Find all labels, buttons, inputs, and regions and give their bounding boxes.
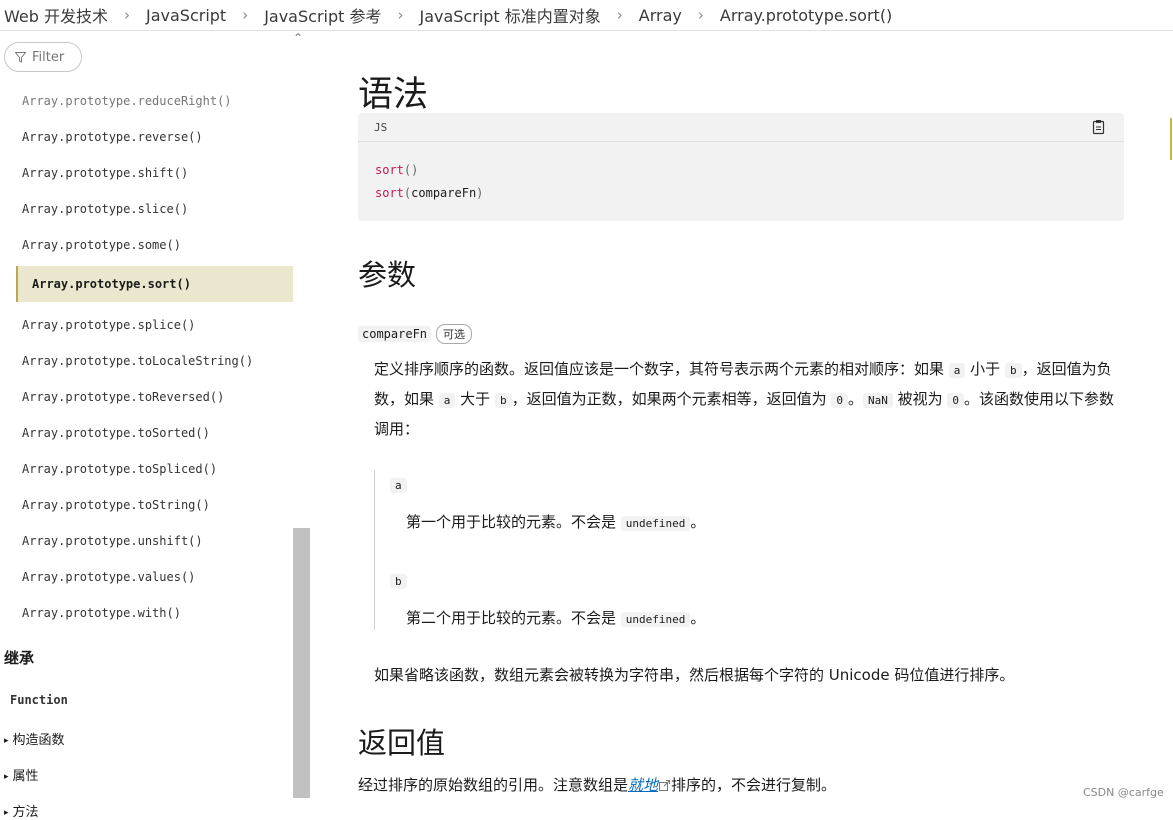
in-place-link[interactable]: 就地 <box>628 776 658 794</box>
inline-code: a <box>948 363 966 378</box>
inheritance-heading: 继承 <box>4 649 35 667</box>
breadcrumb-javascript[interactable]: JavaScript <box>146 6 226 25</box>
text: 。 <box>690 609 706 627</box>
text: 大于 <box>455 390 495 408</box>
breadcrumb-array[interactable]: Array <box>639 6 682 25</box>
param-description: 定义排序顺序的函数。返回值应该是一个数字，其符号表示两个元素的相对顺序：如果 a… <box>374 355 1124 443</box>
inline-code: undefined <box>620 516 691 531</box>
tree-item-properties[interactable]: ▸ 属性 <box>4 765 39 784</box>
sidebar-item-shift[interactable]: Array.prototype.shift() <box>22 166 188 180</box>
sub-param-b-desc: 第二个用于比较的元素。不会是 undefined。 <box>406 607 705 628</box>
text: 第一个用于比较的元素。不会是 <box>406 513 621 531</box>
triangle-right-icon: ▸ <box>4 808 9 818</box>
sidebar-item-tolocalestring[interactable]: Array.prototype.toLocaleString() <box>22 354 253 368</box>
inline-code: undefined <box>620 612 691 627</box>
tree-item-methods[interactable]: ▸ 方法 <box>4 801 39 820</box>
chevron-right-icon: › <box>616 6 623 24</box>
sidebar-item-reduceright[interactable]: Array.prototype.reduceRight() <box>22 94 232 108</box>
code-line: sort() <box>375 159 1107 182</box>
chevron-right-icon: › <box>123 6 130 24</box>
sidebar-item-slice[interactable]: Array.prototype.slice() <box>22 202 188 216</box>
sub-param-a-desc: 第一个用于比较的元素。不会是 undefined。 <box>406 511 705 532</box>
sidebar-item-toreversed[interactable]: Array.prototype.toReversed() <box>22 390 224 404</box>
sidebar-item-values[interactable]: Array.prototype.values() <box>22 570 195 584</box>
inline-code: b <box>1004 363 1022 378</box>
sidebar-item-reverse[interactable]: Array.prototype.reverse() <box>22 130 203 144</box>
params-heading: 参数 <box>358 258 417 292</box>
inline-code: NaN <box>863 393 893 408</box>
chevron-right-icon: › <box>397 6 404 24</box>
sidebar-item-splice[interactable]: Array.prototype.splice() <box>22 318 195 332</box>
filter-label: Filter <box>32 49 65 65</box>
text: ，返回值为正数，如果两个元素相等，返回值为 <box>511 390 832 408</box>
text: 小于 <box>965 360 1005 378</box>
optional-badge: 可选 <box>436 324 473 344</box>
breadcrumb-web-tech[interactable]: Web 开发技术 <box>4 3 108 27</box>
return-heading: 返回值 <box>358 726 446 760</box>
function-link[interactable]: Function <box>10 693 68 707</box>
sub-param-a: a <box>390 478 407 493</box>
code-language: JS <box>374 120 388 134</box>
text: 定义排序顺序的函数。返回值应该是一个数字，其符号表示两个元素的相对顺序：如果 <box>374 360 949 378</box>
tree-item-constructor[interactable]: ▸ 构造函数 <box>4 729 65 748</box>
breadcrumb: Web 开发技术 › JavaScript › JavaScript 参考 › … <box>0 0 1173 31</box>
triangle-right-icon: ▸ <box>4 772 9 782</box>
breadcrumb-builtin-objects[interactable]: JavaScript 标准内置对象 <box>419 3 600 27</box>
sidebar-item-tosorted[interactable]: Array.prototype.toSorted() <box>22 426 210 440</box>
sidebar-scrollbar[interactable] <box>293 528 310 798</box>
code-paren: ) <box>476 186 484 200</box>
omit-note: 如果省略该函数，数组元素会被转换为字符串，然后根据每个字符的 Unicode 码… <box>374 666 1015 684</box>
inline-code: 0 <box>947 393 965 408</box>
inline-code: a <box>438 393 456 408</box>
sidebar-item-with[interactable]: Array.prototype.with() <box>22 606 181 620</box>
text: 。 <box>847 390 863 408</box>
text: 。 <box>690 513 706 531</box>
inline-code: b <box>494 393 512 408</box>
sidebar-item-tospliced[interactable]: Array.prototype.toSpliced() <box>22 462 217 476</box>
chevron-right-icon: › <box>242 6 249 24</box>
tree-item-label: 构造函数 <box>12 733 65 748</box>
sub-param-b: b <box>390 574 407 589</box>
sub-params-border <box>374 470 376 630</box>
filter-icon <box>15 51 26 63</box>
code-fn: sort <box>375 163 404 177</box>
code-arg: compareFn <box>411 186 477 200</box>
text: 被视为 <box>892 390 948 408</box>
page-scroll-indicator <box>1170 118 1172 160</box>
tree-item-label: 方法 <box>12 805 39 820</box>
code-header: JS <box>358 113 1124 142</box>
code-fn: sort <box>375 186 404 200</box>
watermark: CSDN @carfge <box>1083 786 1164 799</box>
triangle-right-icon: ▸ <box>4 736 9 746</box>
code-line: sort(compareFn) <box>375 182 1107 205</box>
text: 经过排序的原始数组的引用。注意数组是 <box>358 776 629 794</box>
return-description: 经过排序的原始数组的引用。注意数组是就地 排序的，不会进行复制。 <box>358 774 836 795</box>
tree-item-label: 属性 <box>12 769 39 784</box>
param-name-code: compareFn <box>358 326 432 342</box>
code-block: JS sort() sort(compareFn) <box>358 113 1124 221</box>
param-term: compareFn 可选 <box>358 324 473 344</box>
inline-code: 0 <box>831 393 848 408</box>
syntax-heading: 语法 <box>358 75 429 115</box>
text: 排序的，不会进行复制。 <box>671 776 837 794</box>
breadcrumb-current[interactable]: Array.prototype.sort() <box>720 6 892 25</box>
filter-button[interactable]: Filter <box>4 42 82 72</box>
sidebar-item-tostring[interactable]: Array.prototype.toString() <box>22 498 210 512</box>
code-body: sort() sort(compareFn) <box>358 142 1124 222</box>
sidebar: ⌃ Filter Array.prototype.reduceRight() A… <box>0 31 312 820</box>
sidebar-item-sort-active[interactable]: Array.prototype.sort() <box>16 266 293 302</box>
copy-icon[interactable] <box>1090 119 1106 138</box>
external-link-icon <box>659 780 671 791</box>
code-paren: () <box>403 163 419 177</box>
chevron-right-icon: › <box>697 6 704 24</box>
sidebar-item-unshift[interactable]: Array.prototype.unshift() <box>22 534 203 548</box>
breadcrumb-js-reference[interactable]: JavaScript 参考 <box>264 3 381 27</box>
sidebar-item-some[interactable]: Array.prototype.some() <box>22 238 181 252</box>
scroll-up-icon[interactable]: ⌃ <box>293 31 303 45</box>
text: 第二个用于比较的元素。不会是 <box>406 609 621 627</box>
